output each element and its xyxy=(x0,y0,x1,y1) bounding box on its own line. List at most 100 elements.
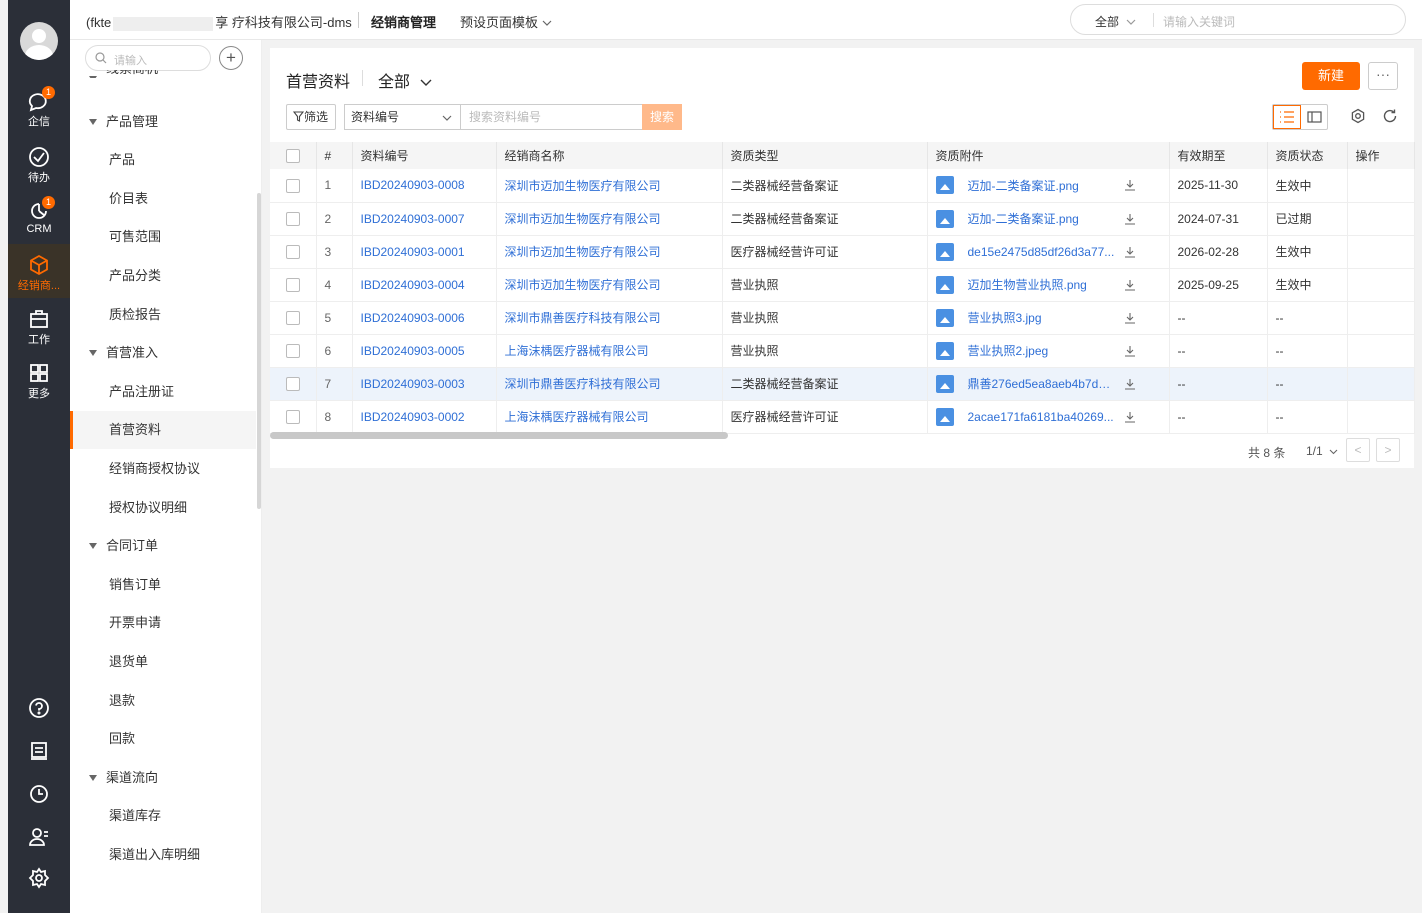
code-search-input[interactable]: 搜索资料编号 xyxy=(460,104,642,130)
rail-item-more[interactable]: 更多 xyxy=(8,362,70,401)
list-view-button[interactable] xyxy=(1273,105,1301,129)
attachment-link[interactable]: 迈加-二类备案证.png xyxy=(968,177,1116,194)
sidebar-item[interactable]: 首营资料 xyxy=(70,411,256,450)
global-search-input[interactable]: 请输入关键词 xyxy=(1163,13,1235,30)
table-row[interactable]: 3 IBD20240903-0001 深圳市迈加生物医疗有限公司 医疗器械经营许可证 d… xyxy=(270,235,1415,269)
column-header[interactable]: 资质状态 xyxy=(1267,142,1348,169)
row-checkbox[interactable] xyxy=(286,277,300,292)
sidebar-group[interactable]: 渠道流向 xyxy=(70,759,256,797)
row-checkbox[interactable] xyxy=(286,409,300,424)
sidebar-item[interactable]: 渠道出入库明细 xyxy=(70,836,256,874)
record-code-link[interactable]: IBD20240903-0004 xyxy=(352,268,497,302)
nav-dealer-management[interactable]: 经销商管理 xyxy=(371,12,436,31)
sidebar-scrollbar[interactable] xyxy=(257,193,261,509)
attachment-link[interactable]: 迈加生物营业执照.png xyxy=(968,276,1116,293)
rail-item-crm[interactable]: 1 CRM xyxy=(8,196,70,235)
dealer-name-link[interactable]: 深圳市迈加生物医疗有限公司 xyxy=(496,202,723,236)
download-icon[interactable] xyxy=(1124,246,1136,258)
record-code-link[interactable]: IBD20240903-0001 xyxy=(352,235,497,269)
column-header[interactable]: 有效期至 xyxy=(1169,142,1268,169)
dealer-name-link[interactable]: 深圳市迈加生物医疗有限公司 xyxy=(496,169,723,203)
dealer-name-link[interactable]: 上海沫楀医疗器械有限公司 xyxy=(496,334,723,368)
row-checkbox[interactable] xyxy=(286,178,300,193)
select-all-checkbox[interactable] xyxy=(286,148,300,163)
sidebar-item[interactable]: 授权协议明细 xyxy=(70,489,256,527)
attachment-link[interactable]: 2acae171fa6181ba40269... xyxy=(968,410,1116,424)
sidebar-group[interactable]: 首营准入 xyxy=(70,334,256,372)
settings-icon[interactable] xyxy=(8,867,70,892)
search-button[interactable]: 搜索 xyxy=(642,104,682,130)
table-row[interactable]: 7 IBD20240903-0003 深圳市鼎善医疗科技有限公司 二类器械经营备案证 鼎… xyxy=(270,367,1415,401)
user-avatar[interactable] xyxy=(20,22,58,60)
sidebar-item[interactable]: 产品注册证 xyxy=(70,373,256,411)
record-code-link[interactable]: IBD20240903-0007 xyxy=(352,202,497,236)
notes-icon[interactable] xyxy=(8,740,70,765)
attachment-link[interactable]: 鼎善276ed5ea8aeb4b7d4.... xyxy=(968,375,1116,392)
dealer-name-link[interactable]: 深圳市鼎善医疗科技有限公司 xyxy=(496,367,723,401)
dealer-name-link[interactable]: 深圳市鼎善医疗科技有限公司 xyxy=(496,301,723,335)
download-icon[interactable] xyxy=(1124,345,1136,357)
table-row[interactable]: 5 IBD20240903-0006 深圳市鼎善医疗科技有限公司 营业执照 营业执照3.… xyxy=(270,301,1415,335)
download-icon[interactable] xyxy=(1124,279,1136,291)
sidebar-item[interactable]: 质检报告 xyxy=(70,296,256,334)
sidebar-item[interactable]: 渠道库存 xyxy=(70,797,256,835)
sidebar-group[interactable]: 产品管理 xyxy=(70,103,256,141)
record-code-link[interactable]: IBD20240903-0006 xyxy=(352,301,497,335)
attachment-link[interactable]: de15e2475d85df26d3a77... xyxy=(968,245,1116,259)
sidebar-item[interactable]: 产品分类 xyxy=(70,257,256,295)
sidebar-item[interactable]: 回款 xyxy=(70,720,256,758)
more-actions-button[interactable]: ··· xyxy=(1368,62,1398,90)
help-icon[interactable] xyxy=(8,697,70,722)
search-scope-select[interactable]: 全部 xyxy=(1095,13,1136,30)
nav-page-template[interactable]: 预设页面模板 xyxy=(460,12,552,31)
dealer-name-link[interactable]: 深圳市迈加生物医疗有限公司 xyxy=(496,235,723,269)
column-header[interactable]: 资质附件 xyxy=(927,142,1170,169)
rail-item-work[interactable]: 工作 xyxy=(8,308,70,347)
prev-page-button[interactable]: < xyxy=(1346,438,1370,462)
column-header[interactable]: 经销商名称 xyxy=(496,142,723,169)
table-row[interactable]: 6 IBD20240903-0005 上海沫楀医疗器械有限公司 营业执照 营业执照2.j… xyxy=(270,334,1415,368)
column-header[interactable]: 资料编号 xyxy=(352,142,497,169)
table-row[interactable]: 2 IBD20240903-0007 深圳市迈加生物医疗有限公司 二类器械经营备案证 迈… xyxy=(270,202,1415,236)
attachment-link[interactable]: 营业执照2.jpeg xyxy=(968,342,1116,359)
next-page-button[interactable]: > xyxy=(1376,438,1400,462)
sidebar-group[interactable]: 合同订单 xyxy=(70,527,256,565)
table-row[interactable]: 4 IBD20240903-0004 深圳市迈加生物医疗有限公司 营业执照 迈加生物营业… xyxy=(270,268,1415,302)
sidebar-item[interactable]: 可售范围 xyxy=(70,218,256,256)
attachment-link[interactable]: 迈加-二类备案证.png xyxy=(968,210,1116,227)
global-search[interactable]: 全部 请输入关键词 xyxy=(1070,4,1406,35)
refresh-icon[interactable] xyxy=(1382,108,1398,124)
row-checkbox[interactable] xyxy=(286,376,300,391)
sidebar-item[interactable]: 销售订单 xyxy=(70,566,256,604)
rail-item-dealer[interactable]: 经销商... xyxy=(8,254,70,293)
table-row[interactable]: 8 IBD20240903-0002 上海沫楀医疗器械有限公司 医疗器械经营许可证 2a… xyxy=(270,400,1415,434)
contacts-icon[interactable] xyxy=(8,826,70,851)
download-icon[interactable] xyxy=(1124,312,1136,324)
table-row[interactable]: 1 IBD20240903-0008 深圳市迈加生物医疗有限公司 二类器械经营备案证 迈… xyxy=(270,169,1415,203)
sidebar-item[interactable]: 产品 xyxy=(70,141,256,179)
filter-button[interactable]: 筛选 xyxy=(286,104,336,130)
row-checkbox[interactable] xyxy=(286,343,300,358)
download-icon[interactable] xyxy=(1124,411,1136,423)
download-icon[interactable] xyxy=(1124,378,1136,390)
table-horizontal-scrollbar[interactable] xyxy=(270,432,728,439)
record-code-link[interactable]: IBD20240903-0008 xyxy=(352,169,497,203)
download-icon[interactable] xyxy=(1124,179,1136,191)
column-header[interactable]: 资质类型 xyxy=(722,142,928,169)
dealer-name-link[interactable]: 上海沫楀医疗器械有限公司 xyxy=(496,400,723,434)
row-checkbox[interactable] xyxy=(286,310,300,325)
sidebar-item[interactable]: 价目表 xyxy=(70,180,256,218)
sidebar-item[interactable]: 退款 xyxy=(70,682,256,720)
record-code-link[interactable]: IBD20240903-0005 xyxy=(352,334,497,368)
sidebar-item[interactable]: 开票申请 xyxy=(70,604,256,642)
column-settings-icon[interactable] xyxy=(1350,108,1366,124)
attachment-link[interactable]: 营业执照3.jpg xyxy=(968,309,1116,326)
new-button[interactable]: 新建 xyxy=(1302,62,1360,90)
row-checkbox[interactable] xyxy=(286,244,300,259)
sidebar-item[interactable]: 经销商授权协议 xyxy=(70,450,256,488)
add-menu-button[interactable]: + xyxy=(219,46,243,70)
sidebar-search-input[interactable]: 请输入 xyxy=(85,45,211,71)
search-field-select[interactable]: 资料编号 xyxy=(344,104,460,130)
record-code-link[interactable]: IBD20240903-0003 xyxy=(352,367,497,401)
sidebar-item[interactable]: 退货单 xyxy=(70,643,256,681)
